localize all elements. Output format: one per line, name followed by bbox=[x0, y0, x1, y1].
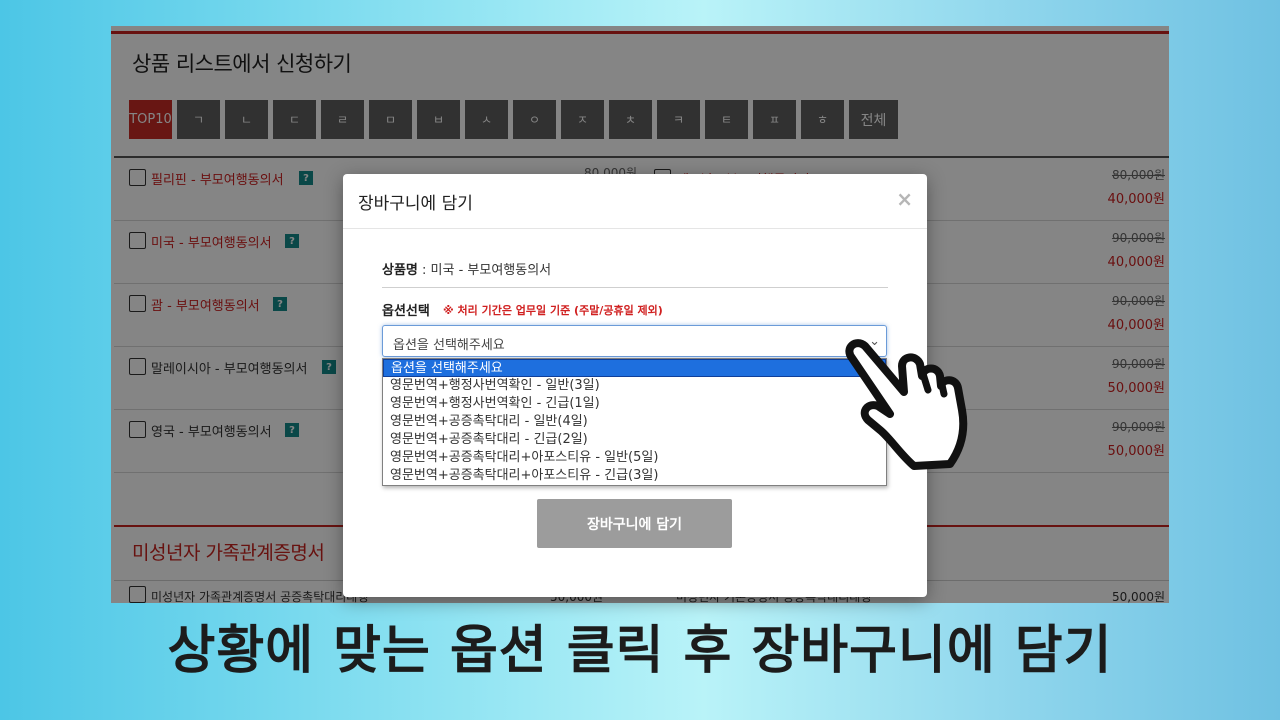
dropdown-option[interactable]: 영문번역+공증촉탁대리+아포스티유 - 긴급(3일) bbox=[383, 467, 886, 485]
dropdown-option[interactable]: 영문번역+행정사번역확인 - 긴급(1일) bbox=[383, 395, 886, 413]
product-name-field: 상품명 : 미국 - 부모여행동의서 bbox=[382, 259, 551, 278]
dropdown-option[interactable]: 영문번역+공증촉탁대리 - 긴급(2일) bbox=[383, 431, 886, 449]
close-icon[interactable]: × bbox=[896, 187, 913, 211]
modal-header: 장바구니에 담기 × bbox=[343, 174, 927, 229]
dropdown-option[interactable]: 영문번역+공증촉탁대리 - 일반(4일) bbox=[383, 413, 886, 431]
option-label: 옵션선택 bbox=[382, 304, 430, 319]
dropdown-option[interactable]: 영문번역+공증촉탁대리+아포스티유 - 일반(5일) bbox=[383, 449, 886, 467]
option-note: ※ 처리 기간은 업무일 기준 (주말/공휴일 제외) bbox=[443, 304, 663, 317]
option-dropdown: 옵션을 선택해주세요 영문번역+행정사번역확인 - 일반(3일) 영문번역+행정… bbox=[382, 358, 887, 486]
add-to-cart-button[interactable]: 장바구니에 담기 bbox=[537, 499, 732, 548]
option-select[interactable]: 옵션을 선택해주세요 ⌄ bbox=[382, 325, 887, 357]
caption: 상황에 맞는 옵션 클릭 후 장바구니에 담기 bbox=[167, 621, 1113, 681]
dropdown-option[interactable]: 영문번역+행정사번역확인 - 일반(3일) bbox=[383, 377, 886, 395]
modal-title: 장바구니에 담기 bbox=[358, 194, 473, 214]
divider bbox=[382, 287, 888, 288]
option-select-value: 옵션을 선택해주세요 bbox=[393, 338, 505, 353]
pointing-hand-icon bbox=[845, 339, 968, 470]
dropdown-option[interactable]: 옵션을 선택해주세요 bbox=[383, 359, 886, 377]
product-name-value: : 미국 - 부모여행동의서 bbox=[417, 263, 552, 278]
product-name-label: 상품명 bbox=[382, 263, 418, 278]
